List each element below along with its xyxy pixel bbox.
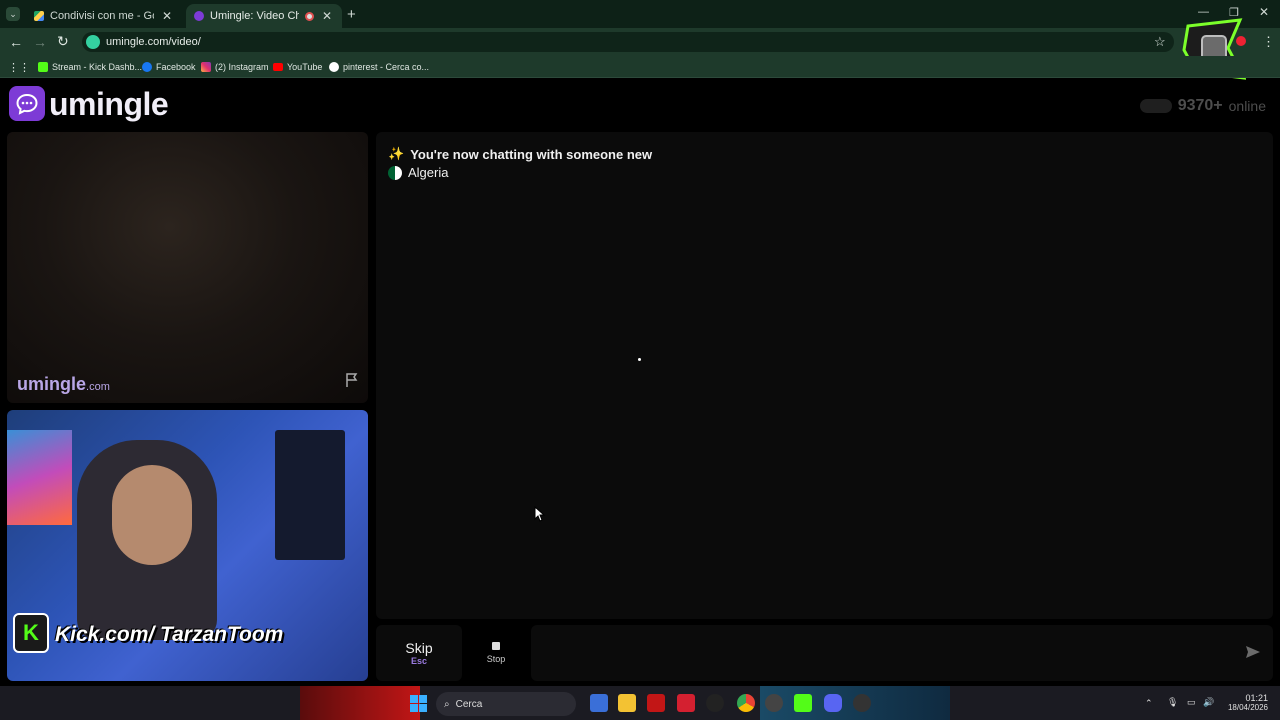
- shelf-decor: [275, 430, 345, 560]
- microphone-icon[interactable]: 🎙: [1167, 697, 1178, 708]
- close-tab-icon[interactable]: ✕: [320, 9, 334, 23]
- settings-icon[interactable]: [853, 694, 871, 712]
- poster-artwork: [7, 430, 72, 525]
- google-drive-icon: [34, 11, 44, 21]
- clock-time: 01:21: [1245, 693, 1268, 703]
- minimize-icon[interactable]: —: [1198, 6, 1209, 18]
- tab-title: Condivisi con me - Google Driv: [50, 10, 154, 22]
- clock[interactable]: 01:21 18/04/2026: [1222, 693, 1268, 712]
- local-video: K Kick.com/ TarzanToom: [7, 410, 368, 681]
- forward-icon[interactable]: →: [33, 34, 47, 50]
- close-tab-icon[interactable]: ✕: [160, 9, 174, 23]
- chat-panel: ✨ You're now chatting with someone new A…: [376, 132, 1273, 619]
- reload-icon[interactable]: ↻: [57, 33, 69, 50]
- site-info-icon[interactable]: [86, 35, 100, 49]
- person-face: [112, 465, 192, 565]
- logitech-icon[interactable]: [706, 694, 724, 712]
- youtube-icon: [273, 63, 283, 71]
- tab-google-drive[interactable]: Condivisi con me - Google Driv ✕: [26, 4, 182, 28]
- app-icon[interactable]: [590, 694, 608, 712]
- close-window-icon[interactable]: ✕: [1259, 5, 1269, 19]
- adobe-icon[interactable]: [677, 694, 695, 712]
- loading-dot: [638, 358, 641, 361]
- send-icon[interactable]: [1245, 645, 1261, 664]
- menu-icon[interactable]: ⋮: [1262, 34, 1275, 50]
- watermark-suffix: .com: [86, 381, 110, 393]
- windows-start-icon[interactable]: [410, 695, 427, 712]
- bookmark-label: Stream - Kick Dashb...: [52, 62, 143, 72]
- stop-icon: [492, 642, 500, 650]
- network-icon[interactable]: ▭: [1187, 697, 1196, 708]
- apps-grid-icon[interactable]: ⋮⋮: [8, 61, 30, 74]
- bookmark-label: Facebook: [156, 62, 196, 72]
- umingle-icon: [194, 11, 204, 21]
- online-label: online: [1228, 98, 1266, 114]
- bookmark-youtube[interactable]: YouTube: [273, 59, 322, 75]
- profile-icon[interactable]: [1236, 36, 1246, 46]
- chevron-up-icon[interactable]: ⌃: [1145, 698, 1153, 709]
- watermark-text: umingle: [17, 374, 87, 394]
- bookmark-label: (2) Instagram: [215, 62, 269, 72]
- chat-status-text: You're now chatting with someone new: [410, 146, 653, 162]
- google-icon: [329, 62, 339, 72]
- skip-hint: Esc: [410, 656, 427, 666]
- sparkles-icon: ✨: [388, 146, 405, 161]
- address-bar[interactable]: umingle.com/video/: [82, 32, 1174, 52]
- tab-search-icon[interactable]: ⌄: [6, 7, 20, 21]
- kick-icon: [38, 62, 48, 72]
- message-input[interactable]: [531, 625, 1273, 681]
- online-count: 9370+: [1177, 97, 1223, 114]
- instagram-icon: [201, 62, 211, 72]
- site-logo[interactable]: umingle: [49, 86, 169, 123]
- online-counter: 9370+ online: [1139, 97, 1266, 115]
- facebook-icon: [142, 62, 152, 72]
- kick-badge-icon: K: [13, 613, 49, 653]
- voicemod-icon[interactable]: [647, 694, 665, 712]
- kick-app-icon[interactable]: [794, 694, 812, 712]
- bookmark-pinterest[interactable]: pinterest - Cerca co...: [329, 59, 429, 75]
- country-name: Algeria: [408, 165, 449, 180]
- search-label: Cerca: [455, 698, 483, 710]
- bookmark-kick[interactable]: Stream - Kick Dashb...: [38, 59, 142, 75]
- folder-icon[interactable]: [618, 694, 636, 712]
- stop-label: Stop: [486, 654, 506, 664]
- taskbar-search[interactable]: ⌕ Cerca: [436, 692, 576, 716]
- bookmark-label: YouTube: [287, 62, 323, 72]
- stranger-country: Algeria: [388, 165, 448, 180]
- stream-overlay-text: Kick.com/ TarzanToom: [55, 623, 284, 646]
- bookmark-instagram[interactable]: (2) Instagram: [201, 59, 269, 75]
- taskbar-wallpaper-left: [300, 686, 420, 720]
- theme-toggle[interactable]: [1139, 99, 1172, 113]
- video-watermark: umingle .com: [17, 374, 110, 395]
- bookmark-facebook[interactable]: Facebook: [142, 59, 196, 75]
- recording-icon: [305, 11, 314, 21]
- chrome-icon[interactable]: [737, 694, 755, 712]
- url-text: umingle.com/video/: [106, 36, 201, 48]
- obs-icon[interactable]: [765, 694, 783, 712]
- mouse-cursor: [534, 505, 546, 527]
- search-icon: ⌕: [444, 698, 450, 710]
- report-flag-icon[interactable]: [344, 372, 360, 393]
- chat-status: ✨ You're now chatting with someone new: [388, 146, 652, 162]
- tab-umingle[interactable]: Umingle: Video Chat with S ✕: [186, 4, 342, 28]
- bookmark-label: pinterest - Cerca co...: [343, 62, 430, 72]
- skip-label: Skip: [405, 640, 433, 656]
- clock-date: 18/04/2026: [1227, 703, 1268, 712]
- skip-button[interactable]: Skip Esc: [376, 625, 462, 681]
- remote-video: umingle .com: [7, 132, 368, 403]
- bookmark-star-icon[interactable]: ☆: [1154, 34, 1166, 50]
- algeria-flag-icon: [388, 165, 402, 180]
- taskbar: [0, 686, 1280, 720]
- new-tab-icon[interactable]: +: [347, 6, 356, 23]
- discord-icon[interactable]: [824, 694, 842, 712]
- back-icon[interactable]: ←: [9, 34, 23, 50]
- logo-chat-icon[interactable]: [9, 86, 45, 121]
- tab-title: Umingle: Video Chat with S: [210, 10, 299, 22]
- chat-controls: Skip Esc Stop: [376, 625, 1273, 681]
- volume-icon[interactable]: 🔊: [1203, 697, 1214, 708]
- stop-button[interactable]: Stop: [470, 625, 522, 681]
